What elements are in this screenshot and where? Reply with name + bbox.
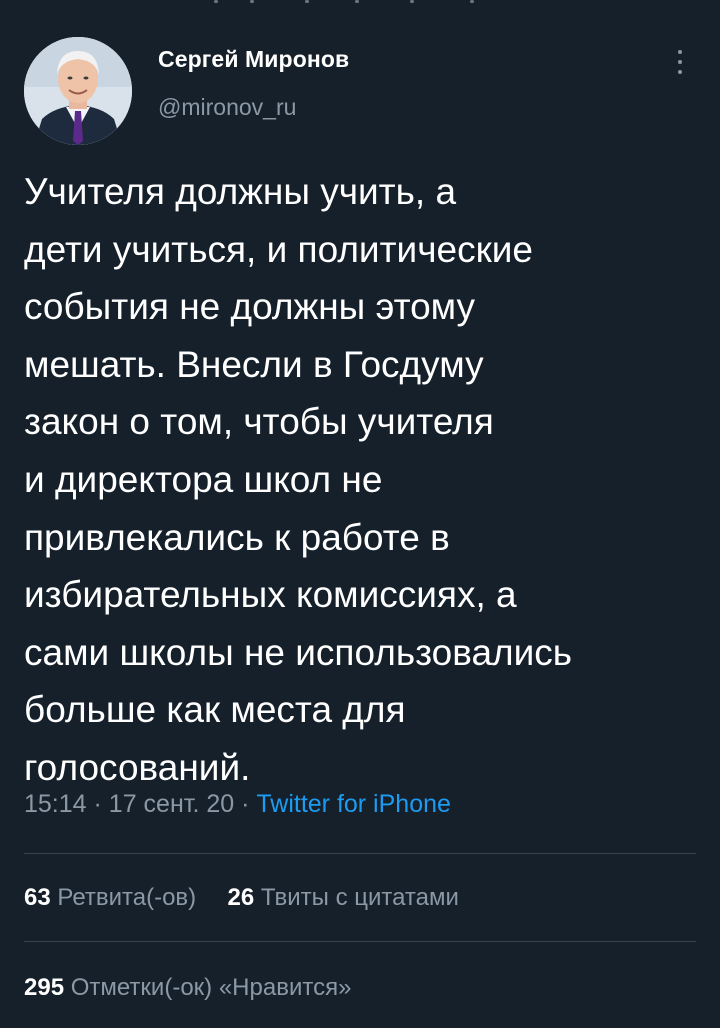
tweet-source-link[interactable]: Twitter for iPhone: [256, 790, 451, 818]
retweets-count: 63: [24, 884, 51, 911]
divider: [24, 941, 696, 942]
meta-separator: ·: [241, 790, 250, 818]
quotes-label: Твиты с цитатами: [260, 884, 459, 911]
author-display-name[interactable]: Сергей Миронов: [158, 46, 349, 73]
meta-separator: ·: [93, 790, 102, 818]
top-scroll-remnant: [0, 0, 720, 8]
retweets-label: Ретвита(-ов): [57, 884, 197, 911]
tweet-time[interactable]: 15:14: [24, 790, 87, 818]
quotes-count: 26: [227, 884, 255, 911]
retweets-stat[interactable]: 63 Ретвита(-ов): [24, 884, 203, 911]
likes-count: 295: [24, 974, 65, 1001]
likes-label: Отметки(-ок) «Нравится»: [70, 974, 352, 1001]
profile-photo-icon: [24, 37, 132, 145]
tweet-text: Учителя должны учить, а дети учиться, и …: [24, 171, 573, 788]
tweet-header: Сергей Миронов @mironov_ru: [24, 30, 696, 145]
likes-stat[interactable]: 295 Отметки(-ок) «Нравится»: [24, 974, 351, 1002]
avatar[interactable]: [24, 37, 132, 145]
quotes-stat[interactable]: 26 Твиты с цитатами: [228, 884, 459, 911]
tweet-meta: 15:14 · 17 сент. 20 · Twitter for iPhone: [24, 790, 451, 819]
author-handle[interactable]: @mironov_ru: [158, 94, 296, 121]
more-options-icon[interactable]: [670, 48, 690, 78]
divider: [24, 853, 696, 854]
retweet-quote-stats: 63 Ретвита(-ов) 26 Твиты с цитатами: [24, 884, 459, 912]
tweet-date[interactable]: 17 сент. 20: [109, 790, 234, 818]
